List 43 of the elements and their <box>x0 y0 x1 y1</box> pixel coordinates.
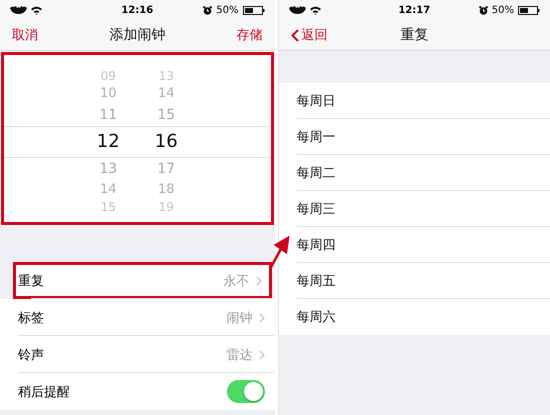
back-button[interactable]: 返回 <box>290 26 328 44</box>
screen-title: 重复 <box>400 26 428 44</box>
bat-logo-icon <box>10 6 27 14</box>
battery-percent: 50% <box>492 4 514 16</box>
row-value: 雷达 <box>226 346 252 364</box>
save-button[interactable]: 存储 <box>236 26 262 44</box>
weekday-option[interactable]: 每周四 <box>296 236 336 254</box>
chevron-right-icon <box>256 276 262 286</box>
battery-icon <box>242 6 264 14</box>
status-time: 12:16 <box>121 4 154 16</box>
settings-row[interactable]: 铃声 雷达 <box>0 336 274 373</box>
chevron-right-icon <box>258 312 264 322</box>
row-label: 重复 <box>18 272 45 290</box>
picker-value[interactable]: 16 <box>143 131 190 152</box>
weekday-option[interactable]: 每周五 <box>296 272 336 290</box>
weekday-option[interactable]: 每周三 <box>296 200 336 218</box>
weekday-option[interactable]: 每周日 <box>296 92 336 110</box>
wifi-icon <box>31 6 42 14</box>
row-value: 永不 <box>224 272 250 290</box>
alarm-clock-icon <box>203 6 212 14</box>
row-label: 铃声 <box>18 346 45 364</box>
settings-row[interactable]: 重复 永不 <box>13 262 272 299</box>
picker-value[interactable]: 12 <box>85 131 132 152</box>
battery-icon <box>518 6 540 14</box>
wifi-icon <box>310 6 320 14</box>
settings-row[interactable]: 标签 闹钟 <box>0 299 274 336</box>
weekday-option[interactable]: 每周一 <box>296 128 336 146</box>
toggle-switch[interactable] <box>226 380 264 403</box>
weekday-option[interactable]: 每周二 <box>296 164 336 182</box>
battery-percent: 50% <box>216 4 238 16</box>
screen-title: 添加闹钟 <box>109 26 166 44</box>
weekday-option[interactable]: 每周六 <box>296 308 336 326</box>
settings-row[interactable]: 稍后提醒 <box>0 373 274 410</box>
status-time: 12:17 <box>398 4 430 16</box>
row-label: 稍后提醒 <box>18 384 71 400</box>
chevron-right-icon <box>258 350 264 360</box>
bat-logo-icon <box>288 6 306 14</box>
row-label: 标签 <box>18 310 45 326</box>
time-picker[interactable]: 09 13 10 14 11 15 12 16 13 17 14 18 15 19 <box>0 51 274 226</box>
back-chevron-icon <box>290 28 298 42</box>
alarm-clock-icon <box>478 6 488 14</box>
row-value: 闹钟 <box>226 310 252 326</box>
cancel-button[interactable]: 取消 <box>12 26 38 44</box>
